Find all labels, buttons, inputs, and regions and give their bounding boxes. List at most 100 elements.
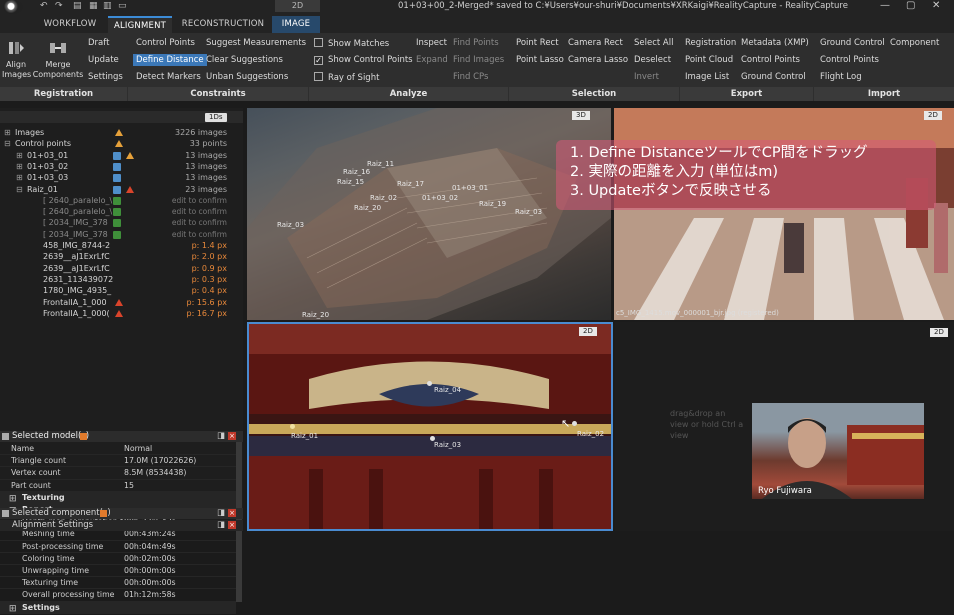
find-points-button[interactable]: Find Points <box>453 38 499 48</box>
confirm-checkbox-icon[interactable] <box>113 230 121 239</box>
cp-label[interactable]: Raiz_01 <box>291 432 318 440</box>
maximize-icon[interactable]: ▢ <box>906 0 915 11</box>
export-ground-control-button[interactable]: Ground Control <box>741 72 806 82</box>
expand-toggle-icon[interactable]: ⊟ <box>4 138 11 149</box>
expand-toggle-icon[interactable]: ⊞ <box>16 172 23 183</box>
expand-toggle-icon[interactable]: ⊞ <box>16 161 23 172</box>
maximize-panel-icon[interactable]: ◨ <box>217 431 225 442</box>
tree-item[interactable]: 2639__aJ1ExrLfC p: 2.0 px <box>0 251 243 262</box>
cp-label[interactable]: Raiz_16 <box>343 168 370 176</box>
tree-item[interactable]: [ 2034_IMG_378 edit to confirm <box>0 217 243 228</box>
view-image[interactable]: 2D Raiz_04 Raiz_01 Raiz_03 Raiz_02 ↖ <box>247 322 613 531</box>
confirm-checkbox-icon[interactable] <box>113 219 121 228</box>
maximize-panel-icon[interactable]: ◨ <box>217 520 225 531</box>
point-lasso-button[interactable]: Point Lasso <box>516 55 564 65</box>
tree-item[interactable]: [ 2034_IMG_378 edit to confirm <box>0 229 243 240</box>
tree-mode-pill[interactable]: 1Ds <box>205 113 227 122</box>
tab-reconstruction[interactable]: RECONSTRUCTION <box>175 16 271 33</box>
expand-toggle-icon[interactable]: ⊞ <box>16 150 23 161</box>
tree-item[interactable]: 458_IMG_8744-2 p: 1.4 px <box>0 240 243 251</box>
cp-label[interactable]: Raiz_03 <box>515 208 542 216</box>
align-images-button[interactable]: Align Images <box>2 39 31 80</box>
expand-icon[interactable]: ⊞ <box>9 493 17 505</box>
control-point-marker[interactable] <box>290 424 295 429</box>
checkbox-icon[interactable] <box>113 162 121 171</box>
find-images-button[interactable]: Find Images <box>453 55 504 65</box>
suggest-measurements-button[interactable]: Suggest Measurements <box>206 38 306 48</box>
control-points-button[interactable]: Control Points <box>136 38 195 48</box>
deselect-button[interactable]: Deselect <box>634 55 671 65</box>
cp-label[interactable]: Raiz_03 <box>434 441 461 449</box>
tree-item[interactable]: [ 2640_paralelo_\ edit to confirm <box>0 206 243 217</box>
tree-item[interactable]: ⊟ Control points 33 points <box>0 138 243 149</box>
tree-item[interactable]: 1780_IMG_4935_ p: 0.4 px <box>0 285 243 296</box>
app-logo-icon[interactable] <box>3 0 23 14</box>
close-panel-icon[interactable]: × <box>228 521 236 529</box>
import-ground-control-button[interactable]: Ground Control <box>820 38 885 48</box>
inspect-button[interactable]: Inspect <box>416 38 447 48</box>
unban-suggestions-button[interactable]: Unban Suggestions <box>206 72 288 82</box>
point-rect-button[interactable]: Point Rect <box>516 38 559 48</box>
import-flight-log-button[interactable]: Flight Log <box>820 72 862 82</box>
tree-item[interactable]: 2631_113439072 p: 0.3 px <box>0 274 243 285</box>
checkbox-icon[interactable] <box>113 174 121 183</box>
expand-toggle-icon[interactable]: ⊞ <box>4 127 11 138</box>
expand-button[interactable]: Expand <box>416 55 448 65</box>
layout-icon[interactable]: ▤ <box>73 1 82 11</box>
show-matches-toggle[interactable]: Show Matches <box>314 38 389 49</box>
cp-label[interactable]: Raiz_19 <box>479 200 506 208</box>
control-point-marker[interactable] <box>572 421 577 426</box>
cp-label[interactable]: Raiz_03 <box>277 221 304 229</box>
draft-button[interactable]: Draft <box>88 38 109 48</box>
confirm-checkbox-icon[interactable] <box>113 208 121 217</box>
close-panel-icon[interactable]: × <box>228 509 236 517</box>
tab-alignment[interactable]: ALIGNMENT <box>108 16 172 33</box>
define-distance-button[interactable]: Define Distance <box>133 54 207 66</box>
texturing-section[interactable]: ⊞ Texturing <box>0 491 236 505</box>
control-point-marker[interactable] <box>427 381 432 386</box>
export-image-list-button[interactable]: Image List <box>685 72 729 82</box>
camera-rect-button[interactable]: Camera Rect <box>568 38 623 48</box>
export-registration-button[interactable]: Registration <box>685 38 736 48</box>
expand-toggle-icon[interactable]: ⊟ <box>16 184 23 195</box>
view-mode-pill[interactable]: 2D <box>924 111 942 120</box>
cp-label[interactable]: 01+03_01 <box>452 184 488 192</box>
tree-item[interactable]: FrontalIA_1_000 p: 15.6 px <box>0 297 243 308</box>
export-point-cloud-button[interactable]: Point Cloud <box>685 55 733 65</box>
mode-pill[interactable]: 2D <box>275 0 320 12</box>
expand-icon[interactable]: ⊞ <box>9 603 17 615</box>
cp-label[interactable]: Raiz_17 <box>397 180 424 188</box>
view-mode-pill[interactable]: 3D <box>572 111 590 120</box>
minimize-icon[interactable]: — <box>880 0 890 11</box>
tree-item[interactable]: FrontalIA_1_000(p: 16.7 px <box>0 308 243 319</box>
export-metadata-button[interactable]: Metadata (XMP) <box>741 38 809 48</box>
update-button[interactable]: Update <box>88 55 119 65</box>
layout-grid-icon[interactable]: ▦ <box>89 1 98 11</box>
tree-item[interactable]: ⊞ 01+03_01 13 images <box>0 150 243 161</box>
settings-section[interactable]: ⊞ Settings <box>0 601 236 615</box>
invert-button[interactable]: Invert <box>634 72 659 82</box>
settings-button[interactable]: Settings <box>88 72 123 82</box>
tree-item[interactable]: [ 2640_paralelo_\ edit to confirm <box>0 195 243 206</box>
close-panel-icon[interactable]: × <box>228 432 236 440</box>
tab-image[interactable]: IMAGE <box>272 16 320 33</box>
cp-label[interactable]: Raiz_20 <box>302 311 329 319</box>
import-control-points-button[interactable]: Control Points <box>820 55 879 65</box>
layout-single-icon[interactable]: ▭ <box>118 1 127 11</box>
merge-components-button[interactable]: Merge Components <box>32 39 84 80</box>
tree-item[interactable]: ⊞ 01+03_02 13 images <box>0 161 243 172</box>
cp-label[interactable]: Raiz_02 <box>577 430 604 438</box>
maximize-panel-icon[interactable]: ◨ <box>217 508 225 519</box>
import-component-button[interactable]: Component <box>890 38 939 48</box>
view-3d[interactable]: 3D Raiz_11 Raiz_16 Raiz_15 Raiz_17 01+03… <box>247 108 611 320</box>
checkbox-icon[interactable] <box>113 185 121 194</box>
tree-item[interactable]: ⊟ Raiz_01 23 images <box>0 184 243 195</box>
select-all-button[interactable]: Select All <box>634 38 673 48</box>
layout-split-icon[interactable]: ▥ <box>103 1 112 11</box>
redo-icon[interactable]: ↷ <box>55 1 63 11</box>
show-control-points-toggle[interactable]: ✓ Show Control Points <box>314 55 413 65</box>
cp-label[interactable]: Raiz_20 <box>354 204 381 212</box>
find-cps-button[interactable]: Find CPs <box>453 72 488 82</box>
tree-item[interactable]: ⊞ Images 3226 images <box>0 127 243 138</box>
undo-icon[interactable]: ↶ <box>40 1 48 11</box>
